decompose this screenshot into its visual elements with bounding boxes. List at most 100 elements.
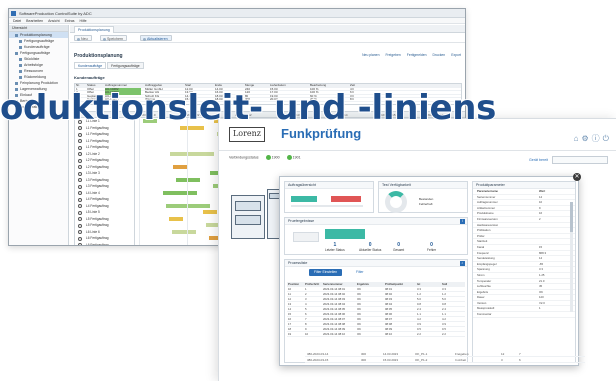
- subtab-fertigungsauftraege[interactable]: Fertigungsaufträge: [107, 62, 144, 69]
- action-link[interactable]: Freigeben: [385, 53, 400, 57]
- parameters-table: Parametername Wert Seriennummer 14 Auftragsn…: [473, 189, 575, 318]
- resource-label: L1 Fertigauftrag: [86, 132, 109, 136]
- gantt-bar[interactable]: [173, 164, 187, 169]
- table-cell: OK_P1-2: [415, 358, 428, 362]
- sidebar-item-label: Ressourcen: [24, 69, 44, 73]
- power-icon[interactable]: ⏻: [603, 134, 612, 143]
- resource-label: L5 Fertigauftrag: [86, 223, 109, 227]
- device-select[interactable]: [552, 156, 608, 164]
- resource-icon: [78, 152, 82, 156]
- background-table: 380-2023-03-14 300 14.03.2023 OK_P1-1 Freige…: [305, 351, 585, 363]
- resource-label: L5 Linie 5: [86, 210, 100, 214]
- machine-drawer-1: [235, 201, 261, 211]
- table-cell: 2.2: [442, 332, 446, 336]
- table-cell: OK: [357, 332, 362, 336]
- param-row[interactable]: Kommentar: [473, 312, 575, 318]
- order-card-title: Auftragsübersicht: [285, 182, 373, 189]
- availability-card-title: Test Verfügbarkeit: [379, 182, 467, 189]
- resource-label: L5 Fertigauftrag: [86, 216, 109, 221]
- parameters-card-title: Produktparameter: [473, 182, 575, 189]
- table-cell: 15.03.2023: [383, 358, 399, 362]
- menu-item-0[interactable]: Datei: [13, 19, 21, 23]
- resource-label: L2 Fertigauftrag: [86, 164, 109, 169]
- resource-row[interactable]: L6 Fertigauftrag: [75, 242, 134, 245]
- resource-label: L3 Fertigauftrag: [86, 177, 109, 182]
- refresh-button[interactable]: Aktualisieren: [140, 35, 172, 41]
- section-title: Produktionsplanung: [74, 53, 123, 59]
- parameters-scrollbar[interactable]: [570, 202, 573, 312]
- subtab-kundenauftraege[interactable]: Kundenaufträge: [74, 62, 107, 69]
- folder-icon: [19, 57, 22, 61]
- gantt-bar[interactable]: [169, 216, 183, 221]
- menu-item-2[interactable]: Ansicht: [48, 19, 59, 23]
- filter-button[interactable]: Filter: [351, 269, 369, 276]
- order-bar-ok: [291, 196, 317, 202]
- window-title: SoftwareProduction ControlSuite by ADC: [19, 11, 92, 16]
- machine-drawer-2: [235, 215, 261, 225]
- toolbar: Neu Speichern Aktualisieren: [70, 33, 465, 43]
- resource-icon: [78, 243, 82, 245]
- kpi-label: Fehler: [427, 248, 437, 252]
- process-table: Position Prüfschritt Seriennummer Ergebnis P…: [287, 282, 465, 337]
- sidebar-item-label: Stückliste: [24, 57, 40, 61]
- resource-icon: [78, 223, 82, 228]
- table-row[interactable]: 19 10 2023-03-14 08:10 OK 08:10 2.2 2.2: [287, 332, 465, 337]
- close-icon[interactable]: ✕: [573, 173, 581, 181]
- menu-item-4[interactable]: Hilfe: [80, 19, 87, 23]
- table-cell: 2023-03-14 08:10: [323, 332, 346, 336]
- resource-label: L3 Fertigauftrag: [86, 184, 109, 188]
- page-title: Funkprüfung: [281, 126, 362, 141]
- gantt-bar[interactable]: [176, 177, 200, 182]
- gantt-bar[interactable]: [163, 190, 197, 195]
- gantt-bar[interactable]: [170, 151, 214, 156]
- status-dot-1: [265, 155, 271, 160]
- settings-icon[interactable]: ⚙: [582, 134, 592, 143]
- resource-label: L6 Fertigauftrag: [86, 236, 109, 240]
- info-icon[interactable]: ⓘ: [592, 134, 603, 143]
- home-icon[interactable]: ⌂: [574, 134, 582, 143]
- kpi-label: Gesamt: [393, 248, 405, 252]
- folder-icon: [19, 75, 22, 79]
- sidebar-item-label: Fertigungsaufträge: [20, 51, 51, 55]
- order-bar-fail: [331, 196, 361, 202]
- action-link[interactable]: Fertigmelden: [407, 53, 427, 57]
- sidebar-item-label: Produktionsplanung: [20, 33, 52, 37]
- menu-item-1[interactable]: Bearbeiten: [26, 19, 43, 23]
- tab-produktionsplanung[interactable]: Produktionsplanung: [74, 26, 114, 33]
- resource-label: L2 Fertigauftrag: [86, 158, 109, 162]
- new-button[interactable]: Neu: [74, 35, 92, 41]
- table-cell: 6: [519, 358, 521, 362]
- gantt-bar[interactable]: [172, 229, 196, 234]
- resource-icon: [78, 210, 82, 215]
- order-track: [291, 205, 363, 207]
- gantt-bar[interactable]: [203, 210, 217, 215]
- action-link[interactable]: Neu planen: [362, 53, 379, 57]
- table-row[interactable]: 380-2023-03-15 300 15.03.2023 OK_P1-2 In Arb…: [305, 357, 585, 363]
- action-link[interactable]: Export: [451, 53, 461, 57]
- results-input: [293, 232, 319, 242]
- table-cell: 3: [501, 358, 503, 362]
- action-link[interactable]: Drucken: [433, 53, 446, 57]
- table-cell: In Arbeit: [455, 358, 467, 362]
- filter-settings-button[interactable]: Filter Einstellen: [309, 269, 343, 276]
- resource-icon: [78, 178, 82, 182]
- gantt-bar[interactable]: [166, 203, 210, 208]
- folder-icon: [19, 45, 22, 49]
- gantt-gridline: [139, 118, 140, 245]
- resource-icon: [78, 197, 82, 202]
- resource-label: L2 Linie 2: [86, 151, 100, 156]
- resource-icon: [78, 236, 82, 241]
- menu-item-3[interactable]: Extras: [65, 19, 75, 23]
- folder-icon: [19, 63, 22, 67]
- table-cell: 19: [288, 332, 292, 336]
- table-cell: 300: [361, 358, 367, 362]
- search-icon[interactable]: ⌕: [460, 261, 465, 266]
- info-icon[interactable]: i: [460, 219, 465, 224]
- results-bar: [325, 229, 365, 239]
- nav-header: Übersicht: [9, 25, 68, 32]
- kpi-item: 0 Aktueller Status: [359, 242, 381, 252]
- sidebar-item-label: Fertigungsaufträge: [24, 39, 55, 43]
- resource-label: L1 Fertigauftrag: [86, 138, 109, 143]
- resource-icon: [78, 139, 82, 143]
- save-button[interactable]: Speichern: [100, 35, 128, 41]
